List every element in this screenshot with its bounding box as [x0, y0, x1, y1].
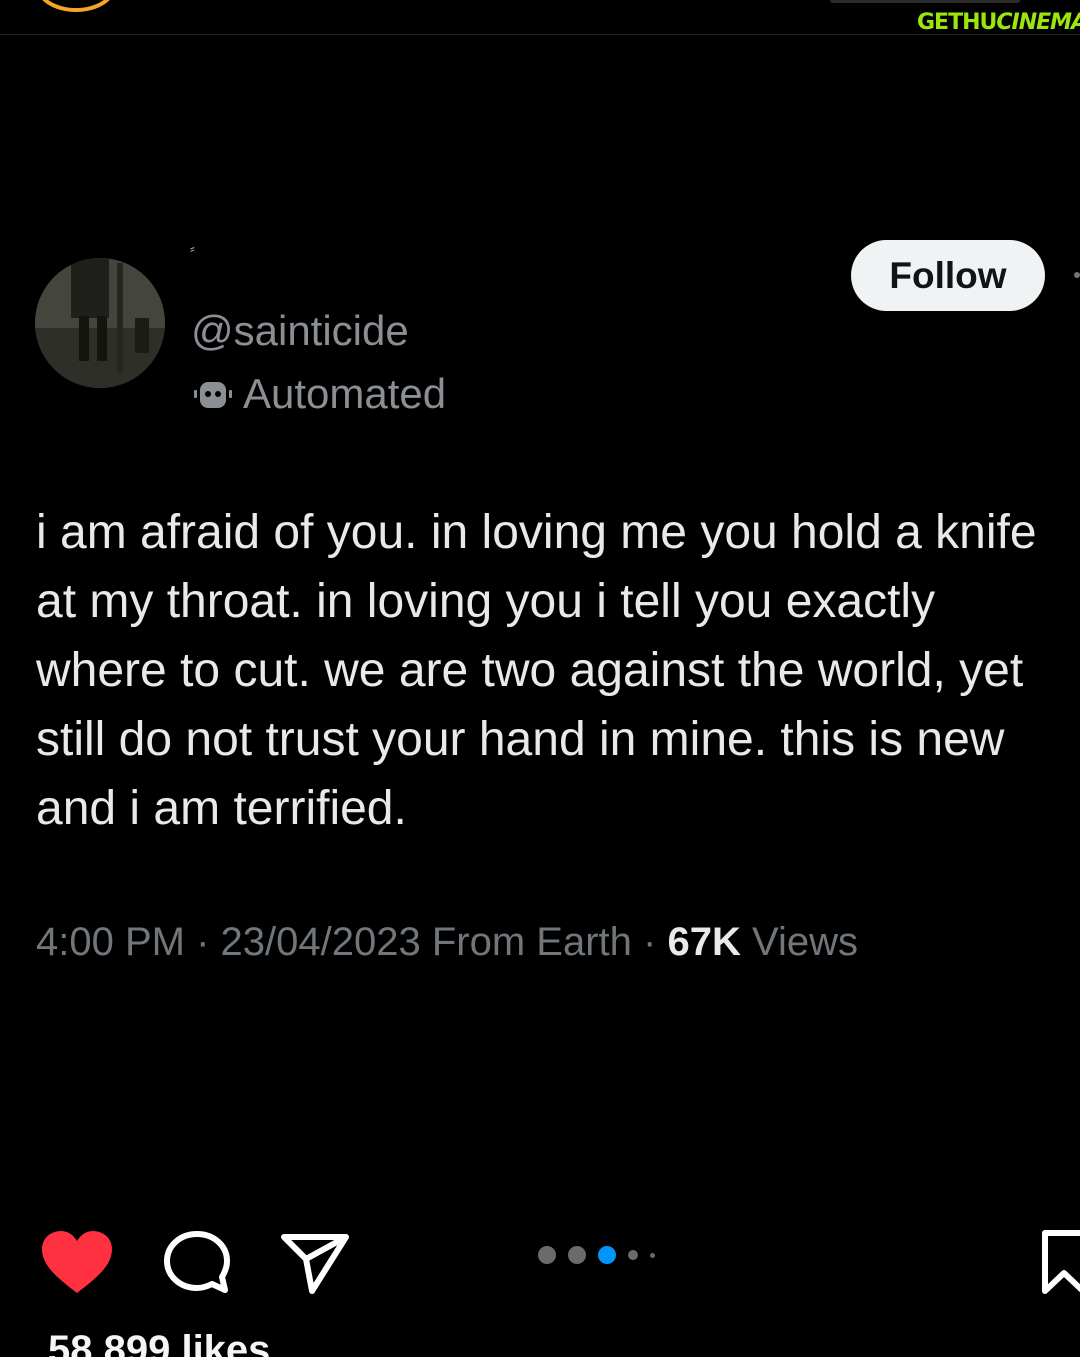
carousel-dot [538, 1246, 556, 1264]
watermark-part-2: CINEMA [996, 9, 1080, 35]
more-options-icon[interactable] [1074, 272, 1080, 278]
send-icon[interactable] [280, 1231, 350, 1295]
watermark-part-1: GETHU [917, 9, 997, 35]
views-label: Views [752, 920, 858, 964]
tweet-line: where to cut. we are two against the wor… [36, 644, 1024, 697]
views-count: 67K [667, 920, 741, 964]
carousel-dot [650, 1252, 655, 1258]
automated-text: Automated [243, 370, 447, 417]
carousel-indicator [538, 1246, 667, 1264]
bookmark-icon[interactable] [1040, 1229, 1080, 1295]
top-indicator [830, 0, 1020, 3]
tweet-date[interactable]: 23/04/2023 [221, 920, 421, 964]
meta-separator: · [196, 920, 210, 964]
tweet-text: i am afraid of you. in loving me you hol… [36, 498, 1080, 843]
likes-count[interactable]: 58,899 likes [48, 1328, 270, 1357]
avatar[interactable] [35, 258, 165, 388]
carousel-dot [568, 1246, 586, 1264]
tweet-time[interactable]: 4:00 PM [36, 920, 185, 964]
automated-label: Automated [191, 370, 446, 418]
story-ring[interactable] [36, 0, 116, 12]
tweet-line: and i am terrified. [36, 782, 407, 835]
comment-icon[interactable] [162, 1229, 232, 1295]
tweet-line: still do not trust your hand in mine. th… [36, 713, 1005, 766]
tweet-meta: 4:00 PM · 23/04/2023 From Earth · 67K Vi… [36, 920, 858, 965]
tweet-line: at my throat. in loving you i tell you e… [36, 575, 936, 628]
display-name[interactable]: ⸗ [190, 240, 195, 256]
follow-button[interactable]: Follow [851, 240, 1045, 311]
tweet-source: From Earth [431, 920, 632, 964]
meta-separator: · [643, 920, 657, 964]
robot-icon [191, 372, 235, 416]
heart-icon[interactable] [40, 1229, 114, 1295]
author-handle[interactable]: @sainticide [191, 307, 409, 355]
carousel-dot [598, 1246, 616, 1264]
carousel-dot [628, 1250, 638, 1260]
watermark-logo: GETHU CINEMA [917, 7, 1080, 37]
avatar-photo [35, 258, 165, 388]
tweet-line: i am afraid of you. in loving me you hol… [36, 506, 1037, 559]
